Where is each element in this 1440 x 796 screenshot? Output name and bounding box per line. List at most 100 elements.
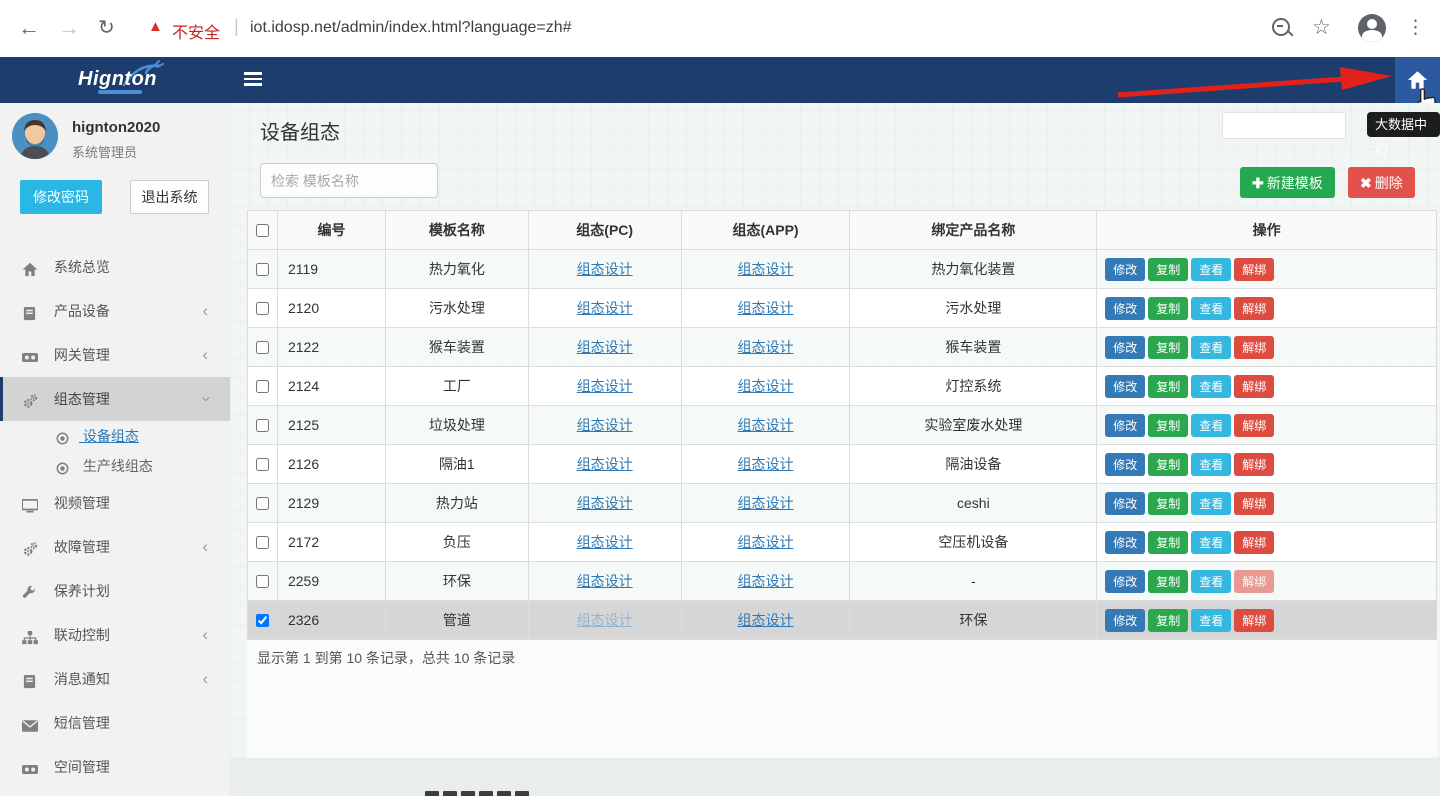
unbind-button[interactable]: 解绑 bbox=[1234, 453, 1274, 476]
unbind-button[interactable]: 解绑 bbox=[1234, 531, 1274, 554]
row-checkbox[interactable] bbox=[256, 536, 269, 549]
scada-design-link-pc[interactable]: 组态设计 bbox=[577, 339, 633, 355]
view-button[interactable]: 查看 bbox=[1191, 492, 1231, 515]
row-checkbox[interactable] bbox=[256, 380, 269, 393]
sidebar-item-12[interactable]: 短信管理 bbox=[0, 701, 230, 745]
home-button[interactable] bbox=[1395, 57, 1440, 103]
scada-design-link-pc[interactable]: 组态设计 bbox=[577, 612, 633, 628]
row-checkbox[interactable] bbox=[256, 458, 269, 471]
scada-design-link-app[interactable]: 组态设计 bbox=[738, 339, 794, 355]
copy-button[interactable]: 复制 bbox=[1148, 453, 1188, 476]
sidebar-item-3[interactable]: 网关管理 ‹ bbox=[0, 333, 230, 377]
unbind-button[interactable]: 解绑 bbox=[1234, 336, 1274, 359]
view-button[interactable]: 查看 bbox=[1191, 609, 1231, 632]
copy-button[interactable]: 复制 bbox=[1148, 336, 1188, 359]
scada-design-link-pc[interactable]: 组态设计 bbox=[577, 534, 633, 550]
scada-design-link-pc[interactable]: 组态设计 bbox=[577, 456, 633, 472]
topright-search-input[interactable] bbox=[1222, 112, 1346, 139]
unbind-button[interactable]: 解绑 bbox=[1234, 492, 1274, 515]
browser-profile-avatar[interactable] bbox=[1358, 14, 1386, 42]
sidebar-item-7[interactable]: 视频管理 bbox=[0, 481, 230, 525]
edit-button[interactable]: 修改 bbox=[1105, 570, 1145, 593]
scada-design-link-app[interactable]: 组态设计 bbox=[738, 534, 794, 550]
edit-button[interactable]: 修改 bbox=[1105, 258, 1145, 281]
copy-button[interactable]: 复制 bbox=[1148, 492, 1188, 515]
new-template-button[interactable]: ✚新建模板 bbox=[1240, 167, 1335, 198]
edit-button[interactable]: 修改 bbox=[1105, 414, 1145, 437]
row-checkbox[interactable] bbox=[256, 419, 269, 432]
sidebar-item-13[interactable]: 空间管理 bbox=[0, 745, 230, 789]
browser-reload-icon[interactable]: ↻ bbox=[98, 14, 115, 42]
copy-button[interactable]: 复制 bbox=[1148, 609, 1188, 632]
change-password-button[interactable]: 修改密码 bbox=[20, 180, 102, 214]
scada-design-link-app[interactable]: 组态设计 bbox=[738, 456, 794, 472]
scada-design-link-pc[interactable]: 组态设计 bbox=[577, 573, 633, 589]
row-checkbox[interactable] bbox=[256, 341, 269, 354]
sidebar-item-4[interactable]: 组态管理 ‹ bbox=[0, 377, 230, 421]
scada-design-link-pc[interactable]: 组态设计 bbox=[577, 261, 633, 277]
copy-button[interactable]: 复制 bbox=[1148, 570, 1188, 593]
scada-design-link-pc[interactable]: 组态设计 bbox=[577, 300, 633, 316]
copy-button[interactable]: 复制 bbox=[1148, 258, 1188, 281]
row-checkbox[interactable] bbox=[256, 263, 269, 276]
edit-button[interactable]: 修改 bbox=[1105, 336, 1145, 359]
copy-button[interactable]: 复制 bbox=[1148, 531, 1188, 554]
unbind-button[interactable]: 解绑 bbox=[1234, 258, 1274, 281]
view-button[interactable]: 查看 bbox=[1191, 453, 1231, 476]
sidebar-item-6[interactable]: 生产线组态 bbox=[0, 451, 230, 481]
edit-button[interactable]: 修改 bbox=[1105, 492, 1145, 515]
browser-back-icon[interactable]: ← bbox=[18, 14, 40, 42]
copy-button[interactable]: 复制 bbox=[1148, 297, 1188, 320]
sidebar-item-11[interactable]: 消息通知 ‹ bbox=[0, 657, 230, 701]
sidebar-item-2[interactable]: 产品设备 ‹ bbox=[0, 289, 230, 333]
row-checkbox[interactable] bbox=[256, 575, 269, 588]
scada-design-link-app[interactable]: 组态设计 bbox=[738, 573, 794, 589]
scada-design-link-app[interactable]: 组态设计 bbox=[738, 417, 794, 433]
scada-design-link-app[interactable]: 组态设计 bbox=[738, 612, 794, 628]
sidebar-item-9[interactable]: 保养计划 bbox=[0, 569, 230, 613]
scada-design-link-app[interactable]: 组态设计 bbox=[738, 261, 794, 277]
scada-design-link-pc[interactable]: 组态设计 bbox=[577, 417, 633, 433]
view-button[interactable]: 查看 bbox=[1191, 297, 1231, 320]
scada-design-link-app[interactable]: 组态设计 bbox=[738, 378, 794, 394]
logo[interactable]: Hignton bbox=[0, 57, 230, 103]
view-button[interactable]: 查看 bbox=[1191, 258, 1231, 281]
scada-design-link-app[interactable]: 组态设计 bbox=[738, 300, 794, 316]
select-all-checkbox[interactable] bbox=[256, 224, 269, 237]
logout-button[interactable]: 退出系统 bbox=[130, 180, 209, 214]
sidebar-item-1[interactable]: 系统总览 bbox=[0, 245, 230, 289]
edit-button[interactable]: 修改 bbox=[1105, 531, 1145, 554]
sidebar-item-5[interactable]: 设备组态 bbox=[0, 421, 230, 451]
security-warning-label[interactable]: 不安全 bbox=[172, 19, 220, 43]
row-checkbox[interactable] bbox=[256, 497, 269, 510]
unbind-button[interactable]: 解绑 bbox=[1234, 375, 1274, 398]
view-button[interactable]: 查看 bbox=[1191, 531, 1231, 554]
browser-menu-icon[interactable]: ⋮ bbox=[1406, 14, 1425, 42]
row-checkbox[interactable] bbox=[256, 302, 269, 315]
view-button[interactable]: 查看 bbox=[1191, 414, 1231, 437]
view-button[interactable]: 查看 bbox=[1191, 570, 1231, 593]
copy-button[interactable]: 复制 bbox=[1148, 414, 1188, 437]
row-checkbox[interactable] bbox=[256, 614, 269, 627]
unbind-button[interactable]: 解绑 bbox=[1234, 297, 1274, 320]
security-warning-icon[interactable]: ▲ bbox=[148, 18, 163, 35]
browser-forward-icon[interactable]: → bbox=[58, 14, 80, 42]
unbind-button[interactable]: 解绑 bbox=[1234, 570, 1274, 593]
sidebar-item-10[interactable]: 联动控制 ‹ bbox=[0, 613, 230, 657]
template-search-input[interactable] bbox=[260, 163, 438, 198]
view-button[interactable]: 查看 bbox=[1191, 375, 1231, 398]
unbind-button[interactable]: 解绑 bbox=[1234, 609, 1274, 632]
zoom-out-icon[interactable] bbox=[1272, 18, 1290, 36]
scada-design-link-pc[interactable]: 组态设计 bbox=[577, 495, 633, 511]
address-bar[interactable]: iot.idosp.net/admin/index.html?language=… bbox=[250, 19, 572, 37]
edit-button[interactable]: 修改 bbox=[1105, 375, 1145, 398]
scada-design-link-app[interactable]: 组态设计 bbox=[738, 495, 794, 511]
bookmark-star-icon[interactable]: ☆ bbox=[1312, 14, 1331, 42]
unbind-button[interactable]: 解绑 bbox=[1234, 414, 1274, 437]
edit-button[interactable]: 修改 bbox=[1105, 609, 1145, 632]
edit-button[interactable]: 修改 bbox=[1105, 453, 1145, 476]
view-button[interactable]: 查看 bbox=[1191, 336, 1231, 359]
copy-button[interactable]: 复制 bbox=[1148, 375, 1188, 398]
delete-button[interactable]: ✖删除 bbox=[1348, 167, 1415, 198]
sidebar-item-8[interactable]: 故障管理 ‹ bbox=[0, 525, 230, 569]
